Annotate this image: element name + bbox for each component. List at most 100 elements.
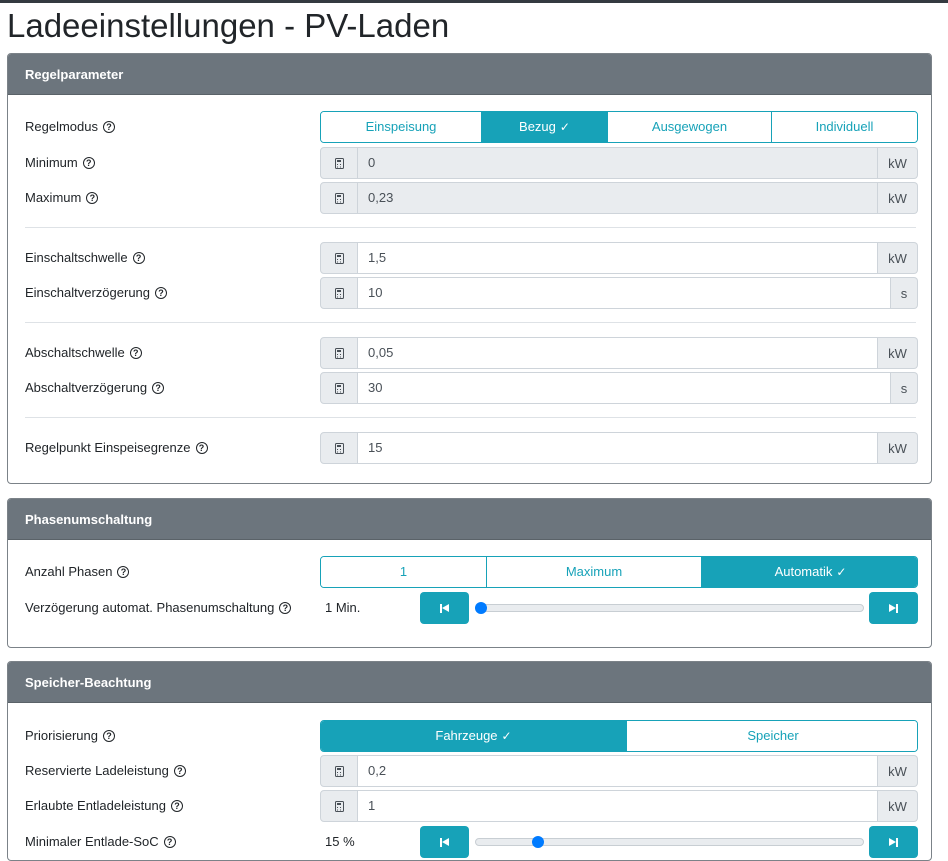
check-icon: ✓ [501,729,512,743]
help-icon[interactable]: ? [82,157,95,169]
anzahl-phasen-button-group: 1 Maximum Automatik ✓ [320,556,918,588]
unit-kw: kW [878,337,918,369]
card-regelparameter: Regelparameter Regelmodus? Einspeisung B… [7,53,932,484]
calculator-icon[interactable] [320,182,358,214]
help-icon[interactable]: ? [86,192,99,204]
skip-back-icon [440,603,449,613]
skip-back-icon [440,837,449,847]
phasen-option-maximum[interactable]: Maximum [486,557,701,587]
reservierte-ladeleistung-input[interactable]: 0,2 [358,755,878,787]
increment-button[interactable] [869,826,918,858]
row-einschaltverzoegerung: Einschaltverzögerung? 10 s [8,277,931,309]
phasen-option-automatik[interactable]: Automatik ✓ [701,557,917,587]
row-abschaltverzoegerung: Abschaltverzögerung? 30 s [8,372,931,404]
einschaltschwelle-input[interactable]: 1,5 [358,242,878,274]
row-priorisierung: Priorisierung? Fahrzeuge ✓ Speicher [8,720,931,752]
calculator-icon[interactable] [320,372,358,404]
abschaltverzoegerung-input[interactable]: 30 [358,372,891,404]
range-slider-thumb[interactable] [475,602,487,614]
help-icon[interactable]: ? [170,800,183,812]
einschaltschwelle-input-group: 1,5 kW [320,242,918,274]
label-einschaltschwelle: Einschaltschwelle [25,250,128,265]
priorisierung-button-group: Fahrzeuge ✓ Speicher [320,720,918,752]
row-minimaler-entlade-soc: Minimaler Entlade-SoC? 15 % [8,826,931,858]
phasen-option-automatik-label: Automatik [774,564,833,579]
check-icon: ✓ [836,565,847,579]
row-regelpunkt: Regelpunkt Einspeisegrenze? 15 kW [8,432,931,464]
help-icon[interactable]: ? [102,730,115,742]
abschaltschwelle-input[interactable]: 0,05 [358,337,878,369]
calculator-icon[interactable] [320,147,358,179]
calculator-icon[interactable] [320,337,358,369]
maximum-input[interactable]: 0,23 [358,182,878,214]
increment-button[interactable] [869,592,918,624]
label-regelmodus: Regelmodus [25,119,98,134]
abschaltschwelle-input-group: 0,05 kW [320,337,918,369]
label-abschaltschwelle: Abschaltschwelle [25,345,125,360]
calculator-icon[interactable] [320,242,358,274]
help-icon[interactable]: ? [163,836,176,848]
help-icon[interactable]: ? [155,287,168,299]
help-icon[interactable]: ? [117,566,130,578]
label-reservierte-ladeleistung: Reservierte Ladeleistung [25,763,169,778]
regelpunkt-input[interactable]: 15 [358,432,878,464]
help-icon[interactable]: ? [279,602,292,614]
unit-kw: kW [878,432,918,464]
abschaltverzoegerung-input-group: 30 s [320,372,918,404]
label-einschaltverzoegerung: Einschaltverzögerung [25,285,151,300]
phasen-option-1[interactable]: 1 [321,557,486,587]
minimum-input-group: 0 kW [320,147,918,179]
label-regelpunkt: Regelpunkt Einspeisegrenze [25,440,191,455]
range-slider-track[interactable] [475,604,864,612]
range-slider-thumb[interactable] [531,836,544,848]
help-icon[interactable]: ? [129,347,142,359]
einschaltverzoegerung-input-group: 10 s [320,277,918,309]
card-speicher-beachtung: Speicher-Beachtung Priorisierung? Fahrze… [7,661,932,861]
erlaubte-entladeleistung-input[interactable]: 1 [358,790,878,822]
einschaltverzoegerung-input[interactable]: 10 [358,277,891,309]
priorisierung-option-fahrzeuge[interactable]: Fahrzeuge ✓ [321,721,626,751]
unit-kw: kW [878,242,918,274]
label-anzahl-phasen: Anzahl Phasen [25,564,113,579]
range-value: 15 % [325,834,355,849]
card-header: Regelparameter [8,54,931,95]
row-maximum: Maximum? 0,23 kW [8,182,931,214]
regelmodus-button-group: Einspeisung Bezug ✓ Ausgewogen Individuel… [320,111,918,143]
unit-kw: kW [878,147,918,179]
calculator-icon[interactable] [320,790,358,822]
help-icon[interactable]: ? [103,121,115,133]
skip-forward-icon [889,837,898,847]
help-icon[interactable]: ? [132,252,145,264]
unit-kw: kW [878,790,918,822]
unit-s: s [891,372,918,404]
row-erlaubte-entladeleistung: Erlaubte Entladeleistung? 1 kW [8,790,931,822]
regelmodus-option-einspeisung[interactable]: Einspeisung [321,112,481,142]
regelmodus-option-bezug-label: Bezug [519,119,556,134]
calculator-icon[interactable] [320,755,358,787]
help-icon[interactable]: ? [195,442,208,454]
range-value: 1 Min. [325,600,361,615]
regelpunkt-input-group: 15 kW [320,432,918,464]
priorisierung-option-speicher[interactable]: Speicher [626,721,917,751]
regelmodus-option-bezug[interactable]: Bezug ✓ [481,112,607,142]
check-icon: ✓ [559,120,570,134]
calculator-icon[interactable] [320,432,358,464]
divider [25,227,916,228]
row-minimum: Minimum? 0 kW [8,147,931,179]
row-anzahl-phasen: Anzahl Phasen? 1 Maximum Automatik ✓ [8,556,931,588]
minimum-input[interactable]: 0 [358,147,878,179]
skip-forward-icon [889,603,898,613]
regelmodus-option-ausgewogen[interactable]: Ausgewogen [607,112,771,142]
help-icon[interactable]: ? [173,765,186,777]
page-title: Ladeeinstellungen - PV-Laden [7,7,450,44]
row-regelmodus: Regelmodus? Einspeisung Bezug ✓ Ausgewoge… [8,111,931,143]
erlaubte-input-group: 1 kW [320,790,918,822]
decrement-button[interactable] [420,826,469,858]
regelmodus-option-individuell[interactable]: Individuell [771,112,917,142]
decrement-button[interactable] [420,592,469,624]
card-phasenumschaltung: Phasenumschaltung Anzahl Phasen? 1 Maxim… [7,498,932,648]
calculator-icon[interactable] [320,277,358,309]
card-header: Phasenumschaltung [8,499,931,540]
help-icon[interactable]: ? [152,382,165,394]
priorisierung-option-fahrzeuge-label: Fahrzeuge [435,728,498,743]
